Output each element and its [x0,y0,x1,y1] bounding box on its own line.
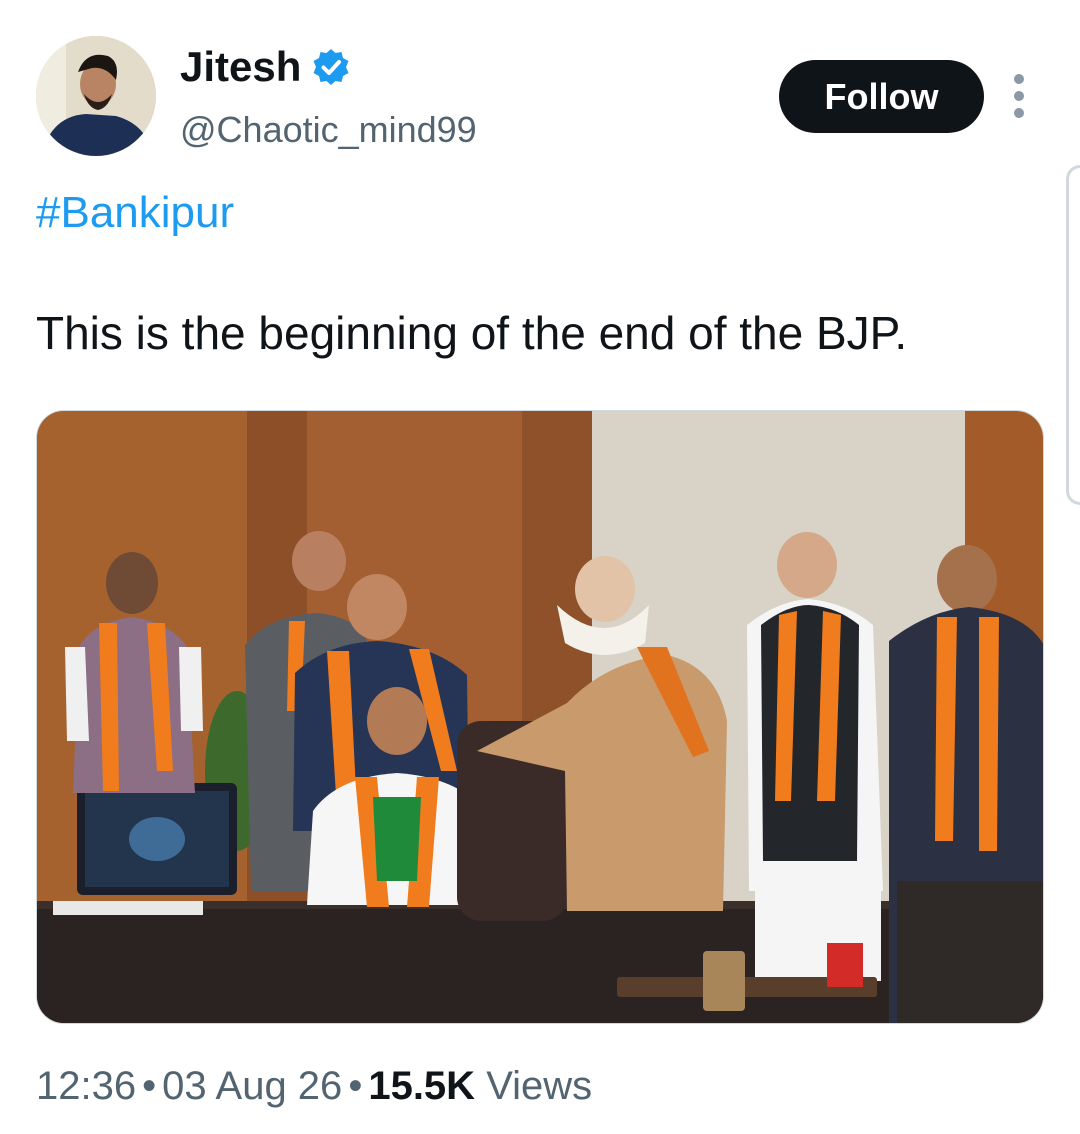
tweet-date[interactable]: 03 Aug 26 [162,1064,342,1108]
meta-separator: • [348,1064,363,1108]
more-options-icon[interactable] [1009,74,1029,118]
tweet-text: This is the beginning of the end of the … [36,307,908,359]
more-dot [1014,74,1024,84]
follow-button[interactable]: Follow [779,60,984,133]
scroll-handle[interactable] [1066,165,1080,505]
meta-separator: • [142,1064,157,1108]
author-name[interactable]: Jitesh [180,42,301,92]
more-dot [1014,108,1024,118]
tweet-time[interactable]: 12:36 [36,1064,136,1108]
verified-badge-icon [313,49,349,85]
views-label: Views [486,1064,593,1108]
photo-image [37,411,1043,1023]
author-name-row[interactable]: Jitesh [180,42,351,92]
author-avatar[interactable] [36,36,156,156]
more-dot [1014,91,1024,101]
author-handle[interactable]: @Chaotic_mind99 [180,108,477,152]
avatar-image [36,36,156,156]
tweet-meta: 12:36 • 03 Aug 26 • 15.5K Views [36,1060,592,1112]
hashtag-link[interactable]: #Bankipur [36,186,234,240]
views-count: 15.5K [368,1064,476,1108]
tweet-media-photo[interactable] [36,410,1044,1024]
